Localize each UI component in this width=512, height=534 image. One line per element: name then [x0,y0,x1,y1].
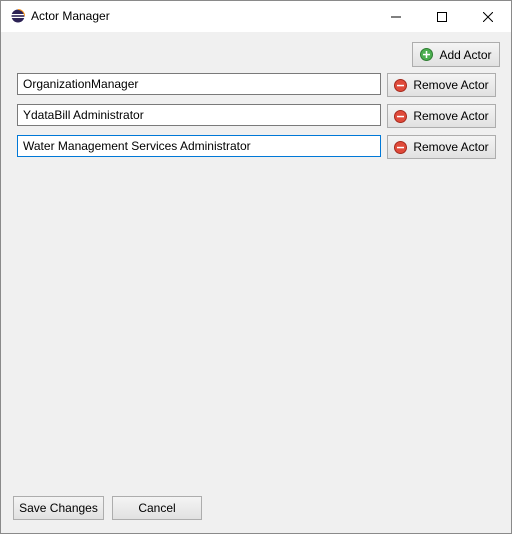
plus-circle-icon [420,48,434,61]
add-actor-button[interactable]: Add Actor [412,42,500,67]
actor-name-field[interactable] [17,135,381,157]
remove-actor-button[interactable]: Remove Actor [387,135,496,159]
remove-actor-label: Remove Actor [413,78,489,92]
save-changes-label: Save Changes [19,501,98,515]
add-actor-label: Add Actor [439,47,492,62]
minimize-icon [391,16,401,17]
cancel-button[interactable]: Cancel [112,496,202,520]
title-bar: Actor Manager [1,1,511,32]
remove-actor-button[interactable]: Remove Actor [387,73,496,97]
actor-manager-window: Actor Manager Add Actor OrganizationMana… [0,0,512,534]
remove-actor-label: Remove Actor [413,140,489,154]
maximize-icon [437,11,447,22]
actor-name-field[interactable] [17,104,381,126]
minus-circle-icon [394,78,408,92]
eclipse-app-icon [11,9,25,23]
remove-actor-button[interactable]: Remove Actor [387,104,496,128]
remove-actor-label: Remove Actor [413,109,489,123]
minimize-button[interactable] [373,1,419,32]
save-changes-button[interactable]: Save Changes [13,496,104,520]
maximize-button[interactable] [419,1,465,32]
minus-circle-icon [394,109,408,123]
close-button[interactable] [465,1,511,32]
actor-name-field[interactable] [17,73,381,95]
close-icon [483,11,493,22]
cancel-label: Cancel [138,501,176,515]
window-title: Actor Manager [31,9,110,23]
minus-circle-icon [394,140,408,154]
